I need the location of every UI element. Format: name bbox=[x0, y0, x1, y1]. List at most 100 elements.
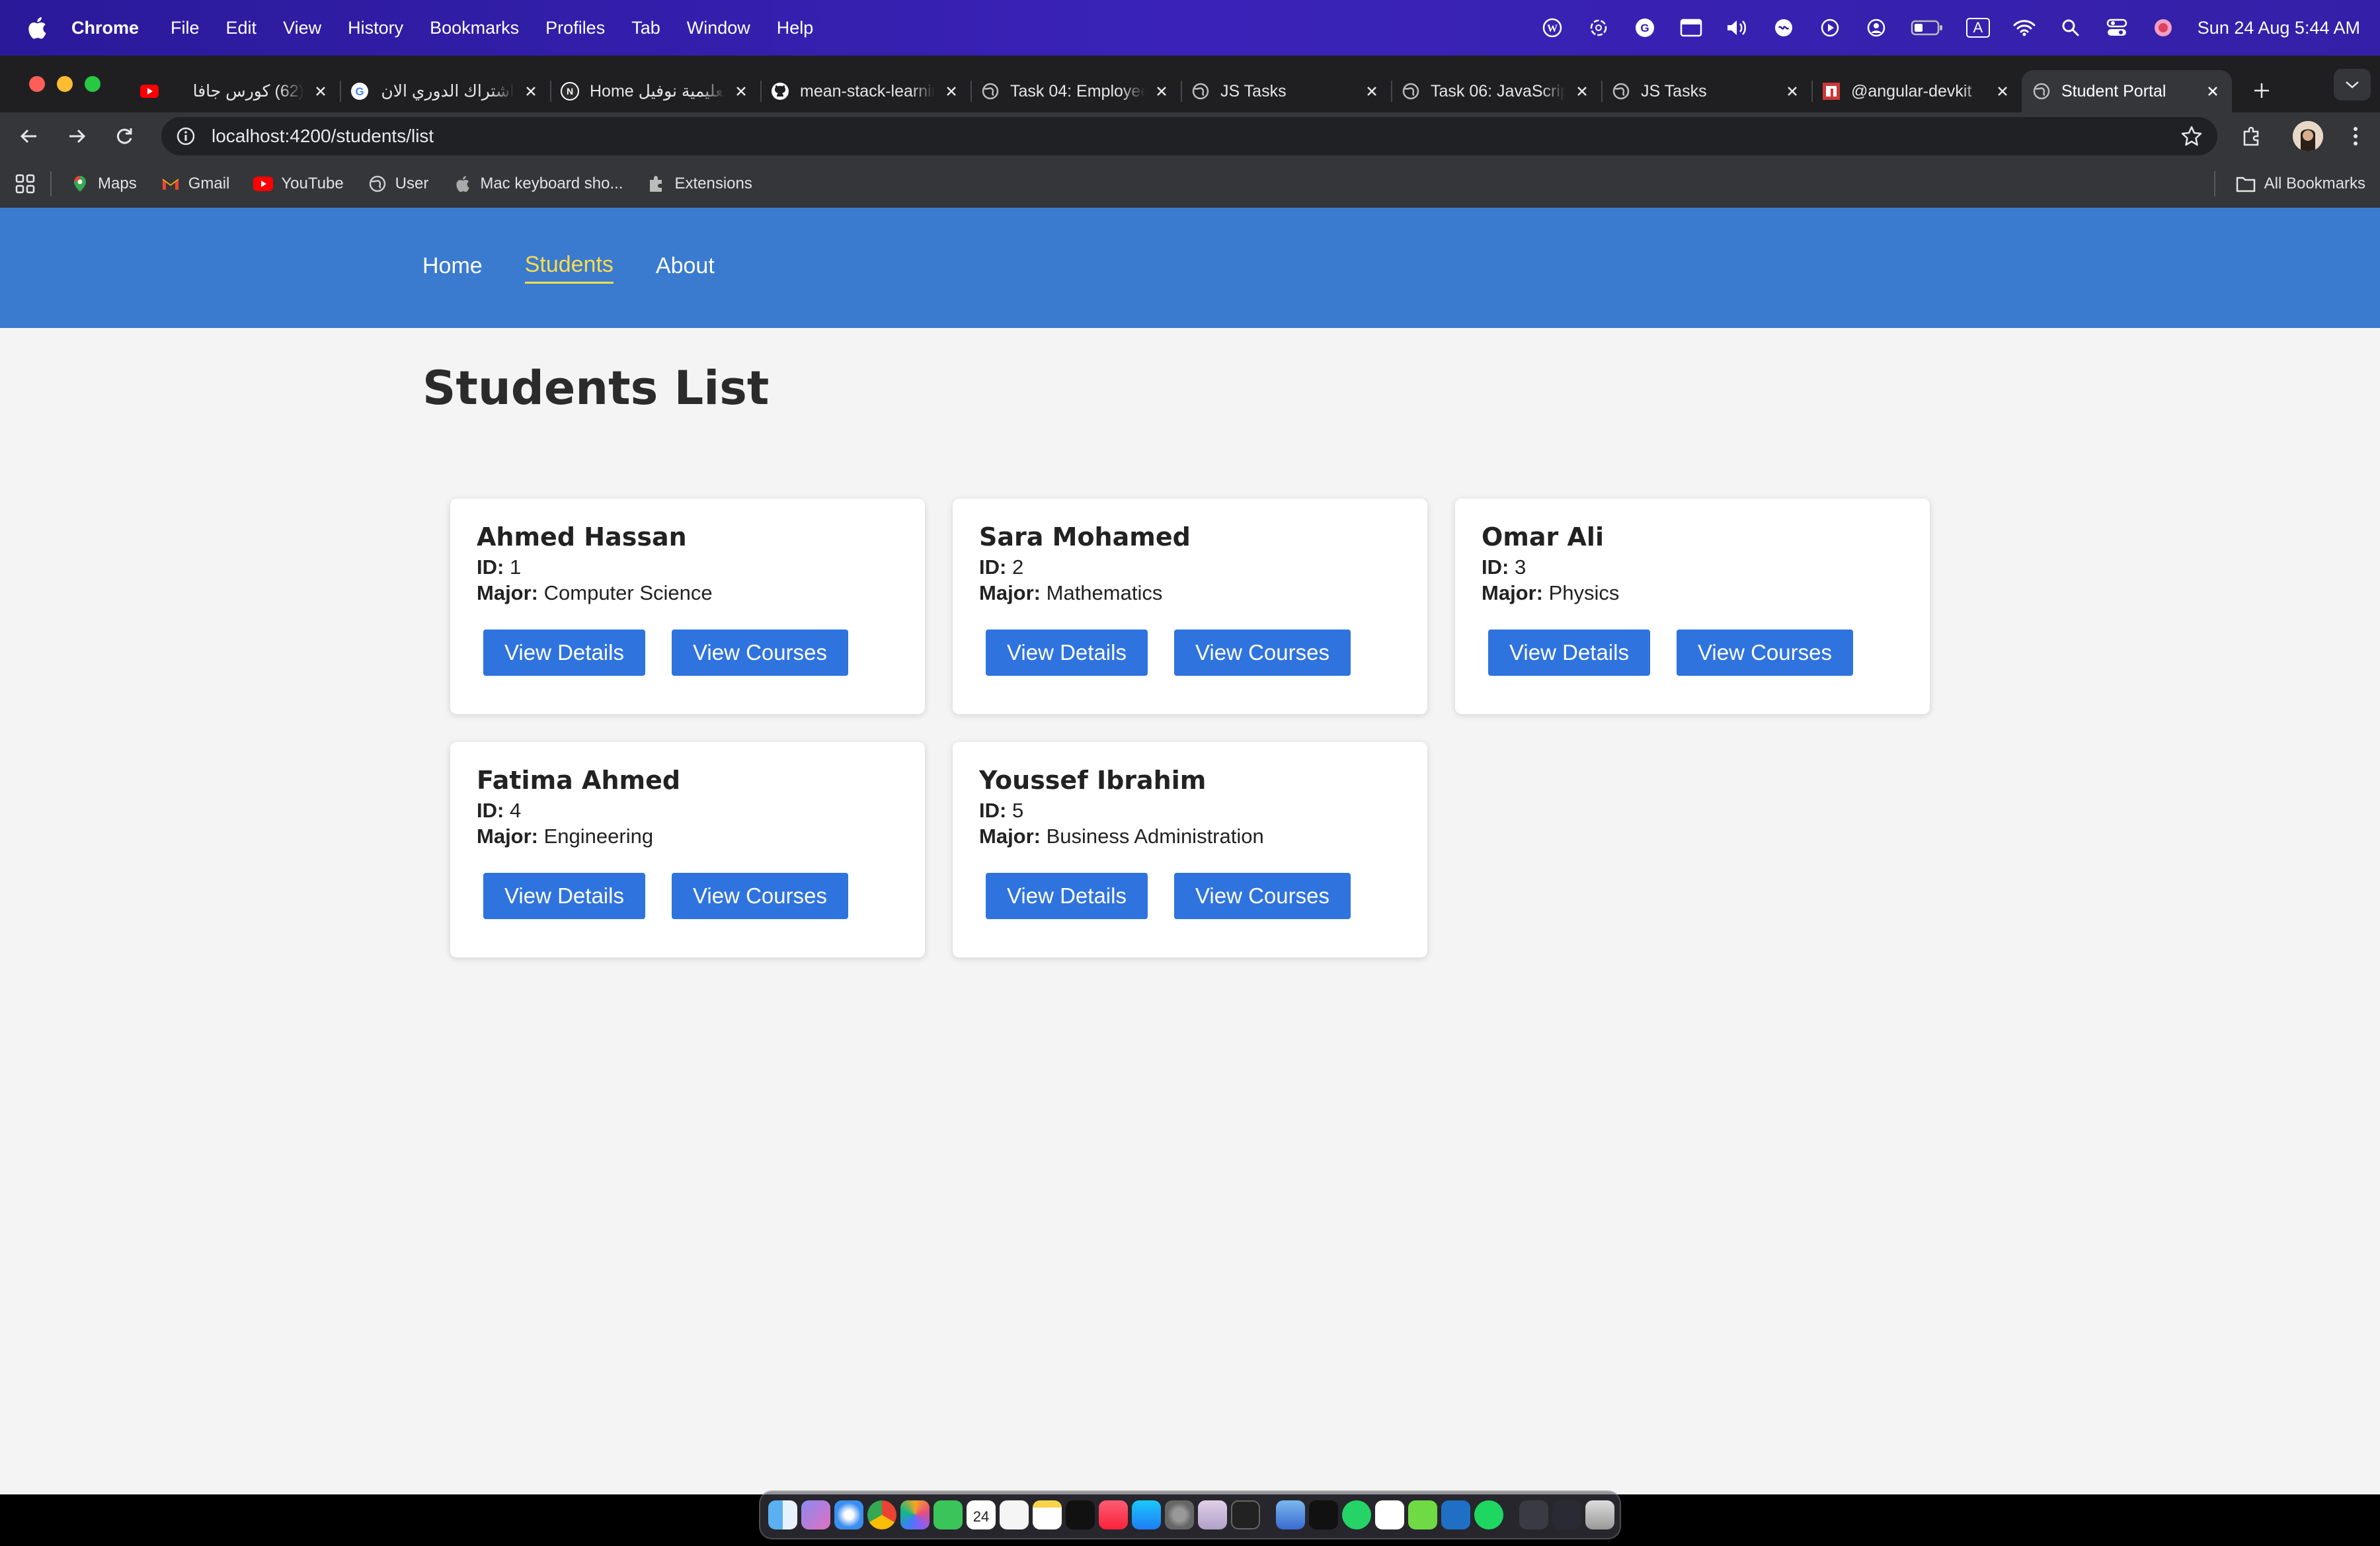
notes-icon[interactable] bbox=[1033, 1500, 1062, 1529]
vscode-icon[interactable] bbox=[1441, 1500, 1470, 1529]
close-tab-icon[interactable] bbox=[1363, 83, 1380, 100]
menu-view[interactable]: View bbox=[283, 18, 321, 38]
wifi-icon[interactable] bbox=[2012, 16, 2036, 40]
nav-link-about[interactable]: About bbox=[656, 253, 715, 283]
new-tab-icon[interactable] bbox=[2245, 74, 2278, 107]
menu-edit[interactable]: Edit bbox=[226, 18, 257, 38]
forward-icon[interactable] bbox=[62, 122, 91, 151]
downloads-icon[interactable] bbox=[1519, 1500, 1548, 1529]
grammarly-icon[interactable]: G bbox=[1633, 16, 1657, 40]
wordpress-icon[interactable]: W bbox=[1540, 16, 1564, 40]
view-courses-button[interactable]: View Courses bbox=[671, 630, 848, 676]
bookmark-gmail[interactable]: Gmail bbox=[161, 174, 229, 194]
close-window-button[interactable] bbox=[29, 76, 45, 92]
capcut-icon[interactable] bbox=[1309, 1500, 1338, 1529]
bookmark-youtube[interactable]: YouTube bbox=[253, 174, 344, 194]
menu-app-name[interactable]: Chrome bbox=[71, 18, 139, 38]
menu-clock[interactable]: Sun 24 Aug 5:44 AM bbox=[2198, 18, 2360, 38]
upwork-icon[interactable] bbox=[1408, 1500, 1437, 1529]
view-courses-button[interactable]: View Courses bbox=[1173, 630, 1351, 676]
terminal-icon[interactable] bbox=[1231, 1500, 1260, 1529]
volume-icon[interactable] bbox=[1726, 16, 1749, 40]
control-center-icon[interactable] bbox=[2105, 16, 2129, 40]
browser-tab[interactable]: G اشتراك الدوري الان bbox=[340, 70, 550, 112]
view-details-button[interactable]: View Details bbox=[986, 630, 1148, 676]
facetime-icon[interactable] bbox=[933, 1500, 963, 1529]
more-menu-icon[interactable] bbox=[2346, 122, 2365, 151]
photos-icon[interactable] bbox=[900, 1500, 930, 1529]
settings-icon[interactable] bbox=[1165, 1500, 1194, 1529]
view-details-button[interactable]: View Details bbox=[1488, 630, 1650, 676]
calendar-icon[interactable]: 24 bbox=[967, 1500, 996, 1529]
browser-tab[interactable]: (62) كورس جافا bbox=[130, 70, 340, 112]
reload-icon[interactable] bbox=[110, 122, 139, 151]
apps-grid-icon[interactable] bbox=[15, 173, 36, 194]
screens-icon[interactable] bbox=[1552, 1500, 1581, 1529]
trash-icon[interactable] bbox=[1585, 1500, 1614, 1529]
openai-icon[interactable] bbox=[1587, 16, 1610, 40]
nav-link-students[interactable]: Students bbox=[524, 252, 614, 284]
spotify-icon[interactable] bbox=[1474, 1500, 1503, 1529]
site-info-icon[interactable] bbox=[176, 126, 196, 146]
browser-tab[interactable]: JS Tasks bbox=[1181, 70, 1391, 112]
chatgpt-icon[interactable] bbox=[1375, 1500, 1404, 1529]
browser-tab[interactable]: Task 04: Employees bbox=[971, 70, 1181, 112]
siri-icon[interactable] bbox=[1772, 16, 1796, 40]
view-details-button[interactable]: View Details bbox=[483, 630, 645, 676]
all-bookmarks[interactable]: All Bookmarks bbox=[2213, 171, 2365, 196]
view-details-button[interactable]: View Details bbox=[483, 873, 645, 919]
close-tab-icon[interactable] bbox=[522, 83, 539, 100]
music-icon[interactable] bbox=[1099, 1500, 1128, 1529]
back-icon[interactable] bbox=[15, 122, 44, 151]
bookmark-star-icon[interactable] bbox=[2180, 125, 2203, 147]
bookmark-extensions[interactable]: Extensions bbox=[647, 174, 752, 194]
preview-icon[interactable] bbox=[1276, 1500, 1305, 1529]
menu-profiles[interactable]: Profiles bbox=[545, 18, 605, 38]
tab-search-icon[interactable] bbox=[2334, 69, 2371, 101]
address-bar[interactable]: localhost:4200/students/list bbox=[161, 117, 2217, 155]
close-tab-icon[interactable] bbox=[943, 83, 960, 100]
chrome-icon[interactable] bbox=[867, 1500, 896, 1529]
zoom-window-button[interactable] bbox=[85, 76, 100, 92]
close-tab-icon[interactable] bbox=[2204, 83, 2221, 100]
apple-menu-icon[interactable] bbox=[25, 15, 48, 40]
bookmark-mac-keyboard[interactable]: Mac keyboard sho... bbox=[452, 174, 623, 194]
view-details-button[interactable]: View Details bbox=[986, 873, 1148, 919]
nav-link-home[interactable]: Home bbox=[422, 253, 483, 283]
extensions-icon[interactable] bbox=[2237, 122, 2266, 151]
bookmark-maps[interactable]: Maps bbox=[70, 174, 137, 194]
close-tab-icon[interactable] bbox=[1994, 83, 2011, 100]
close-tab-icon[interactable] bbox=[733, 83, 750, 100]
browser-tab[interactable]: Task 06: JavaScript bbox=[1391, 70, 1601, 112]
pencil-app-icon[interactable] bbox=[1198, 1500, 1227, 1529]
whatsapp-icon[interactable] bbox=[1342, 1500, 1371, 1529]
search-icon[interactable] bbox=[2059, 16, 2082, 40]
minimize-window-button[interactable] bbox=[57, 76, 73, 92]
appstore-icon[interactable] bbox=[1132, 1500, 1161, 1529]
finder-icon[interactable] bbox=[768, 1500, 797, 1529]
window-icon[interactable] bbox=[1679, 16, 1703, 40]
view-courses-button[interactable]: View Courses bbox=[671, 873, 848, 919]
play-icon[interactable] bbox=[1818, 16, 1842, 40]
browser-tab-active[interactable]: Student Portal bbox=[2022, 70, 2232, 112]
close-tab-icon[interactable] bbox=[312, 83, 329, 100]
profile-avatar[interactable] bbox=[2293, 121, 2323, 151]
menu-help[interactable]: Help bbox=[777, 18, 814, 38]
safari-icon[interactable] bbox=[834, 1500, 863, 1529]
menu-file[interactable]: File bbox=[171, 18, 200, 38]
browser-tab[interactable]: JS Tasks bbox=[1601, 70, 1811, 112]
bookmark-user[interactable]: User bbox=[368, 174, 428, 194]
browser-tab[interactable]: N Home تعليمية نوفيل bbox=[550, 70, 760, 112]
close-tab-icon[interactable] bbox=[1784, 83, 1801, 100]
address-url[interactable]: localhost:4200/students/list bbox=[212, 126, 2180, 147]
input-a-icon[interactable]: A bbox=[1965, 16, 1990, 40]
menu-window[interactable]: Window bbox=[687, 18, 750, 38]
menu-history[interactable]: History bbox=[348, 18, 403, 38]
view-courses-button[interactable]: View Courses bbox=[1676, 630, 1853, 676]
close-tab-icon[interactable] bbox=[1153, 83, 1170, 100]
battery-icon[interactable] bbox=[1911, 16, 1944, 40]
menu-tab[interactable]: Tab bbox=[631, 18, 660, 38]
launchpad-icon[interactable] bbox=[801, 1500, 830, 1529]
appletv-icon[interactable] bbox=[1066, 1500, 1095, 1529]
user-circle-icon[interactable] bbox=[1864, 16, 1888, 40]
